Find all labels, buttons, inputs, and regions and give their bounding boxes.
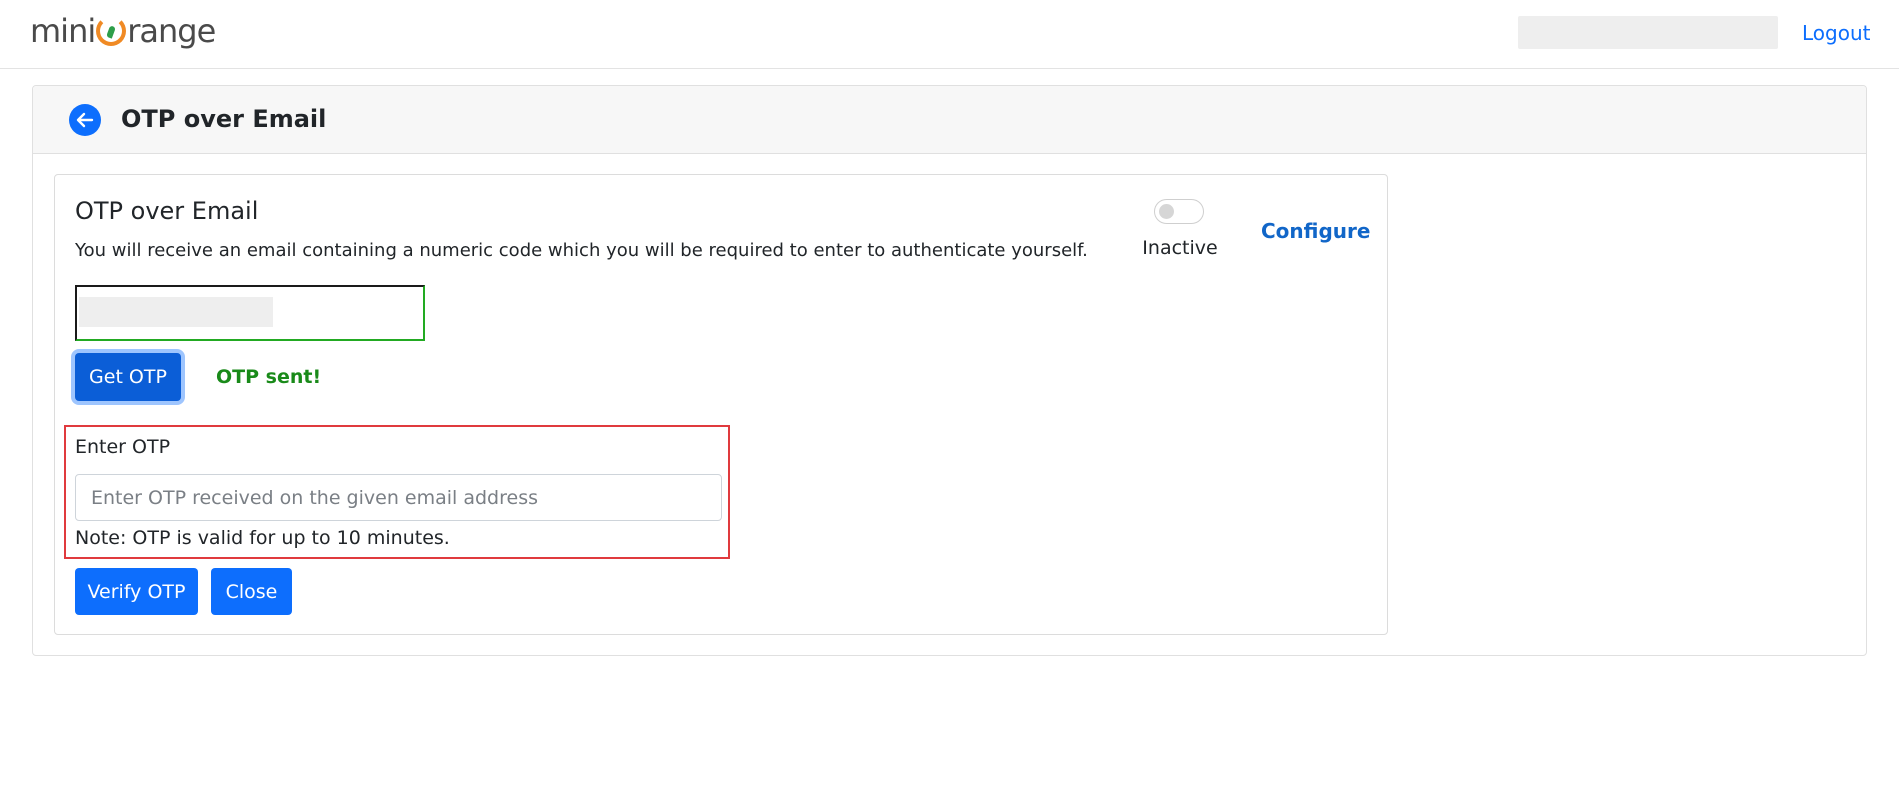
enter-otp-section: Enter OTP Note: OTP is valid for up to 1… (64, 425, 730, 559)
back-button[interactable] (69, 104, 101, 136)
configure-link[interactable]: Configure (1261, 217, 1370, 245)
otp-sent-message: OTP sent! (216, 366, 322, 388)
logo-orange-icon (96, 16, 127, 46)
verify-otp-button[interactable]: Verify OTP (75, 568, 198, 615)
close-button[interactable]: Close (211, 568, 292, 615)
logo-text-suffix: range (127, 12, 216, 50)
arrow-left-icon (76, 112, 94, 128)
otp-page-card: OTP over Email OTP over Email You will r… (32, 85, 1867, 656)
otp-validity-note: Note: OTP is valid for up to 10 minutes. (75, 527, 450, 549)
otp-method-card: OTP over Email You will receive an email… (54, 174, 1388, 635)
otp-input[interactable] (75, 474, 722, 521)
email-address-field[interactable] (75, 285, 425, 341)
enter-otp-label: Enter OTP (75, 436, 171, 458)
toggle-knob (1159, 204, 1174, 219)
method-status-label: Inactive (1142, 237, 1218, 259)
logout-link[interactable]: Logout (1802, 19, 1870, 47)
method-active-toggle[interactable] (1154, 199, 1204, 224)
top-navbar: mini range Logout (0, 0, 1899, 69)
method-title: OTP over Email (75, 197, 259, 225)
logo-text-prefix: mini (30, 12, 96, 50)
redacted-user-info (1518, 16, 1778, 49)
page-header: OTP over Email (33, 86, 1866, 154)
miniorange-logo[interactable]: mini range (30, 9, 216, 53)
method-description: You will receive an email containing a n… (75, 240, 1088, 261)
page-title: OTP over Email (121, 105, 327, 133)
redacted-email (79, 297, 273, 327)
get-otp-button[interactable]: Get OTP (75, 353, 181, 401)
